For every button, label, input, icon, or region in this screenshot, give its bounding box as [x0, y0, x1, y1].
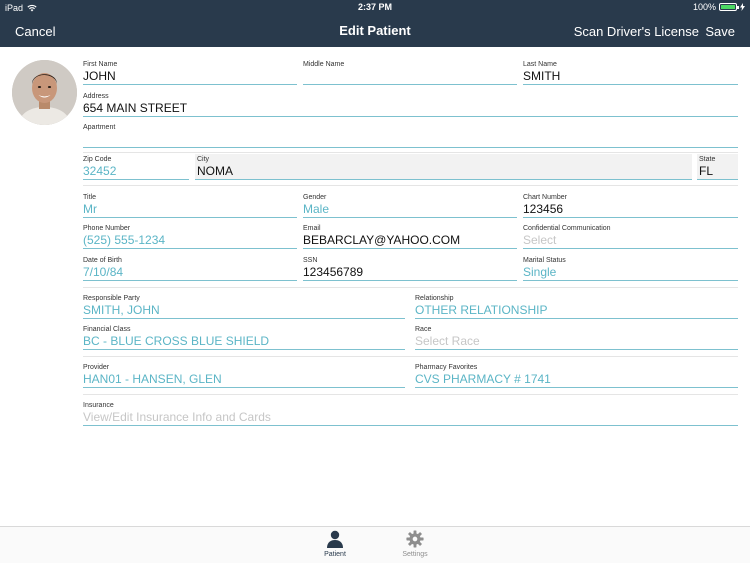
- confidential-communication-field[interactable]: Confidential Communication Select: [523, 223, 738, 249]
- city-value[interactable]: NOMA: [197, 164, 233, 178]
- title-value[interactable]: Mr: [83, 202, 97, 216]
- responsible-party-label: Responsible Party: [83, 295, 140, 302]
- ssn-field[interactable]: SSN 123456789: [303, 255, 517, 281]
- state-value[interactable]: FL: [699, 164, 713, 178]
- battery-percent: 100%: [692, 2, 716, 12]
- provider-label: Provider: [83, 364, 110, 371]
- insurance-field[interactable]: Insurance View/Edit Insurance Info and C…: [83, 400, 738, 426]
- zip-code-value[interactable]: 32452: [83, 164, 116, 178]
- battery-icon: [719, 3, 739, 11]
- gender-field[interactable]: Gender Male: [303, 192, 517, 218]
- navigation-bar: Cancel Edit Patient Scan Driver's Licens…: [0, 16, 750, 47]
- section-divider: [83, 356, 738, 357]
- last-name-value[interactable]: SMITH: [523, 69, 560, 83]
- insurance-link[interactable]: View/Edit Insurance Info and Cards: [83, 410, 271, 424]
- title-field[interactable]: Title Mr: [83, 192, 297, 218]
- middle-name-label: Middle Name: [303, 61, 345, 68]
- tab-settings-label: Settings: [402, 551, 428, 558]
- insurance-label: Insurance: [83, 402, 114, 409]
- phone-number-label: Phone Number: [83, 225, 131, 232]
- tab-settings[interactable]: Settings: [390, 530, 440, 558]
- first-name-value[interactable]: JOHN: [83, 69, 116, 83]
- pharmacy-favorites-field[interactable]: Pharmacy Favorites CVS PHARMACY # 1741: [415, 362, 738, 388]
- patient-avatar[interactable]: [12, 60, 77, 125]
- race-field[interactable]: Race Select Race: [415, 324, 738, 350]
- relationship-label: Relationship: [415, 295, 454, 302]
- save-button[interactable]: Save: [705, 24, 735, 39]
- city-field[interactable]: City NOMA: [195, 154, 692, 180]
- provider-value[interactable]: HAN01 - HANSEN, GLEN: [83, 372, 222, 386]
- gender-label: Gender: [303, 194, 327, 201]
- email-field[interactable]: Email BEBARCLAY@YAHOO.COM: [303, 223, 517, 249]
- section-divider: [83, 185, 738, 186]
- status-bar-right: 100%: [693, 2, 745, 12]
- apartment-label: Apartment: [83, 124, 116, 131]
- confidential-communication-select[interactable]: Select: [523, 233, 556, 247]
- ssn-value[interactable]: 123456789: [303, 265, 363, 279]
- scan-drivers-license-button[interactable]: Scan Driver's License: [574, 24, 699, 39]
- first-name-field[interactable]: First Name JOHN: [83, 59, 297, 85]
- marital-status-label: Marital Status: [523, 257, 566, 264]
- pharmacy-favorites-value[interactable]: CVS PHARMACY # 1741: [415, 372, 551, 386]
- date-of-birth-label: Date of Birth: [83, 257, 122, 264]
- title-label: Title: [83, 194, 96, 201]
- person-icon: [327, 530, 343, 548]
- chart-number-label: Chart Number: [523, 194, 567, 201]
- state-label: State: [699, 156, 716, 163]
- confidential-communication-label: Confidential Communication: [523, 225, 611, 232]
- race-label: Race: [415, 326, 432, 333]
- cancel-button[interactable]: Cancel: [15, 24, 55, 39]
- relationship-value[interactable]: OTHER RELATIONSHIP: [415, 303, 547, 317]
- chart-number-value[interactable]: 123456: [523, 202, 563, 216]
- status-time: 2:37 PM: [357, 2, 392, 12]
- last-name-label: Last Name: [523, 61, 557, 68]
- charging-icon: [740, 3, 745, 11]
- financial-class-field[interactable]: Financial Class BC - BLUE CROSS BLUE SHI…: [83, 324, 405, 350]
- financial-class-value[interactable]: BC - BLUE CROSS BLUE SHIELD: [83, 334, 269, 348]
- chart-number-field[interactable]: Chart Number 123456: [523, 192, 738, 218]
- responsible-party-value[interactable]: SMITH, JOHN: [83, 303, 160, 317]
- responsible-party-field[interactable]: Responsible Party SMITH, JOHN: [83, 293, 405, 319]
- email-label: Email: [303, 225, 321, 232]
- ssn-label: SSN: [303, 257, 318, 264]
- date-of-birth-value[interactable]: 7/10/84: [83, 265, 123, 279]
- city-label: City: [197, 156, 210, 163]
- marital-status-field[interactable]: Marital Status Single: [523, 255, 738, 281]
- last-name-field[interactable]: Last Name SMITH: [523, 59, 738, 85]
- zip-code-field[interactable]: Zip Code 32452: [83, 154, 189, 180]
- address-field[interactable]: Address 654 MAIN STREET: [83, 91, 738, 117]
- gear-icon: [406, 530, 424, 548]
- email-value[interactable]: BEBARCLAY@YAHOO.COM: [303, 233, 460, 247]
- apartment-field[interactable]: Apartment: [83, 122, 738, 148]
- relationship-field[interactable]: Relationship OTHER RELATIONSHIP: [415, 293, 738, 319]
- first-name-label: First Name: [83, 61, 118, 68]
- state-field[interactable]: State FL: [697, 154, 738, 180]
- address-label: Address: [83, 93, 109, 100]
- section-divider: [83, 152, 738, 153]
- zip-code-label: Zip Code: [83, 156, 112, 163]
- tab-bar: Patient Settings: [0, 526, 750, 563]
- tab-patient-label: Patient: [324, 551, 346, 558]
- section-divider: [83, 394, 738, 395]
- section-divider: [83, 287, 738, 288]
- pharmacy-favorites-label: Pharmacy Favorites: [415, 364, 478, 371]
- provider-field[interactable]: Provider HAN01 - HANSEN, GLEN: [83, 362, 405, 388]
- financial-class-label: Financial Class: [83, 326, 131, 333]
- patient-photo: [12, 60, 77, 125]
- race-select[interactable]: Select Race: [415, 334, 480, 348]
- tab-patient[interactable]: Patient: [310, 530, 360, 558]
- address-value[interactable]: 654 MAIN STREET: [83, 101, 187, 115]
- date-of-birth-field[interactable]: Date of Birth 7/10/84: [83, 255, 297, 281]
- middle-name-field[interactable]: Middle Name: [303, 59, 517, 85]
- status-bar: iPad 2:37 PM 100%: [0, 0, 750, 16]
- phone-number-field[interactable]: Phone Number (525) 555-1234: [83, 223, 297, 249]
- gender-value[interactable]: Male: [303, 202, 329, 216]
- phone-number-value[interactable]: (525) 555-1234: [83, 233, 165, 247]
- marital-status-value[interactable]: Single: [523, 265, 556, 279]
